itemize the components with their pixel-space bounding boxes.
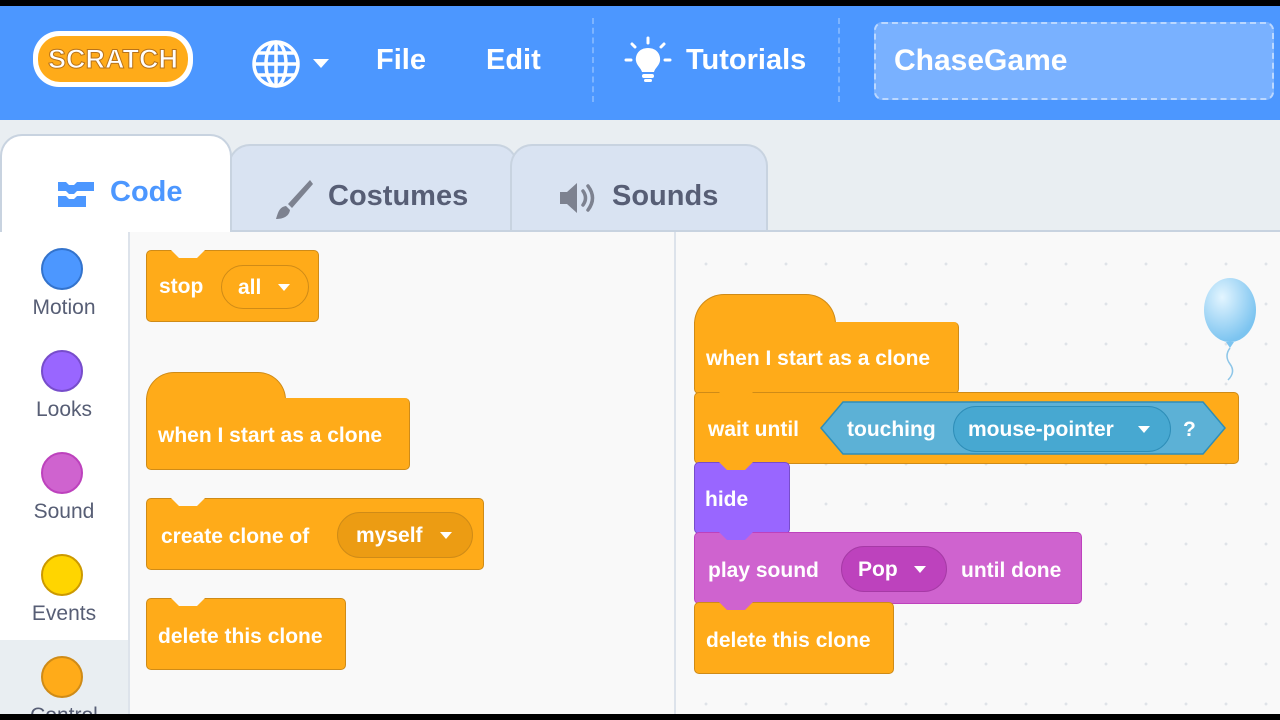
touching-label: touching (847, 418, 936, 441)
when-start-as-clone-hat-block[interactable]: when I start as a clone (146, 398, 410, 470)
category-label: Motion (32, 296, 96, 319)
category-menu: Motion Looks Sound Events Control (0, 232, 130, 714)
brush-icon (276, 180, 313, 219)
script-delete-clone-block[interactable]: delete this clone (694, 601, 894, 674)
stop-option-value: all (238, 276, 262, 299)
scratch-editor: SCRATCH File Edit Tutorials ChaseGame Co… (0, 6, 1280, 714)
hide-block[interactable]: hide (694, 461, 790, 534)
tab-sounds-label: Sounds (612, 180, 719, 212)
category-label: Sound (33, 500, 95, 523)
tab-costumes-label: Costumes (328, 180, 469, 212)
play-sound-label: play sound (708, 559, 819, 582)
create-clone-label: create clone of (161, 525, 310, 548)
bottom-border (0, 714, 1280, 720)
clone-target-value: myself (356, 524, 423, 547)
logo-text: SCRATCH (48, 44, 178, 74)
category-label: Control (0, 704, 128, 714)
touching-target-value: mouse-pointer (968, 418, 1114, 441)
category-events[interactable]: Events (0, 538, 128, 638)
block-notch (171, 249, 205, 258)
tab-code-label: Code (110, 176, 183, 208)
balloon-sprite-icon[interactable] (1202, 276, 1258, 386)
edit-menu[interactable]: Edit (486, 40, 541, 80)
speaker-icon (560, 183, 595, 213)
script-when-start-as-clone-hat[interactable]: when I start as a clone (694, 322, 959, 394)
tutorials-menu[interactable]: Tutorials (686, 40, 806, 80)
block-notch (719, 531, 753, 540)
menu-divider (838, 18, 840, 102)
tab-code[interactable]: Code (0, 134, 232, 232)
sound-color-dot (41, 452, 83, 494)
delete-clone-label: delete this clone (706, 629, 871, 652)
tab-sounds[interactable]: Sounds (510, 144, 768, 232)
chevron-down-icon (914, 566, 926, 573)
project-title-input[interactable]: ChaseGame (874, 22, 1274, 100)
question-mark-label: ? (1183, 418, 1196, 441)
chevron-down-icon[interactable] (312, 58, 330, 70)
chevron-down-icon (278, 284, 290, 291)
wait-until-block[interactable]: wait until touching mouse-pointer ? (694, 391, 1239, 464)
category-label: Events (31, 602, 97, 625)
hat-cap (146, 372, 286, 400)
hat-label: when I start as a clone (706, 347, 931, 370)
stop-option-dropdown[interactable]: all (221, 265, 309, 309)
lightbulb-icon[interactable] (624, 36, 672, 84)
events-color-dot (41, 554, 83, 596)
menu-bar: SCRATCH File Edit Tutorials ChaseGame (0, 6, 1280, 120)
hat-label: when I start as a clone (158, 424, 383, 447)
chevron-down-icon (440, 532, 452, 539)
globe-icon[interactable] (250, 38, 302, 90)
script-area[interactable]: when I start as a clone wait until touch… (676, 232, 1280, 714)
hide-label: hide (705, 488, 749, 511)
category-looks[interactable]: Looks (0, 334, 128, 434)
stop-label: stop (159, 275, 204, 298)
motion-color-dot (41, 248, 83, 290)
file-menu[interactable]: File (376, 40, 426, 80)
until-done-label: until done (961, 559, 1062, 582)
block-palette: stop all when I start as a clone create … (130, 232, 676, 714)
clone-target-dropdown[interactable]: myself (337, 512, 473, 558)
tab-costumes[interactable]: Costumes (228, 144, 518, 232)
category-label: Looks (35, 398, 93, 421)
stop-block[interactable]: stop all (146, 249, 319, 322)
hat-cap (694, 294, 836, 324)
block-notch (171, 497, 205, 506)
scratch-logo[interactable]: SCRATCH (30, 28, 196, 90)
looks-color-dot (41, 350, 83, 392)
workspace: Motion Looks Sound Events Control (0, 230, 1280, 714)
sound-name-value: Pop (858, 558, 898, 581)
block-notch (719, 461, 753, 470)
chevron-down-icon (1138, 426, 1150, 433)
touching-target-dropdown[interactable]: mouse-pointer (953, 406, 1171, 452)
wait-until-label: wait until (708, 418, 799, 441)
block-notch (719, 601, 753, 610)
category-motion[interactable]: Motion (0, 232, 128, 332)
control-color-dot (41, 656, 83, 698)
sound-name-dropdown[interactable]: Pop (841, 546, 947, 592)
menu-divider (592, 18, 594, 102)
block-notch (719, 391, 753, 400)
create-clone-block[interactable]: create clone of myself (146, 497, 484, 570)
delete-clone-block[interactable]: delete this clone (146, 597, 346, 670)
play-sound-until-done-block[interactable]: play sound Pop until done (694, 531, 1082, 604)
code-icon (58, 182, 94, 207)
block-notch (171, 597, 205, 606)
category-sound[interactable]: Sound (0, 436, 128, 536)
delete-clone-label: delete this clone (158, 625, 323, 648)
category-control[interactable]: Control (0, 640, 128, 714)
